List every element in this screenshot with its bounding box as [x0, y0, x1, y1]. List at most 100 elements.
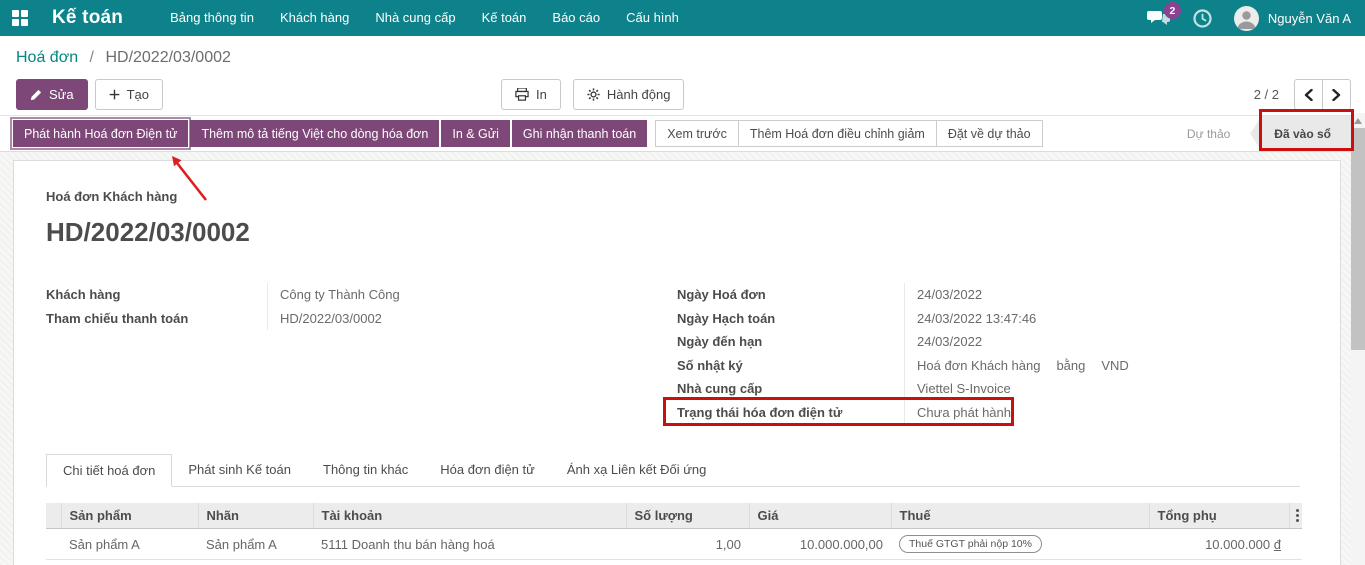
field-einvoice-provider-value: Viettel S-Invoice [904, 377, 1300, 401]
avatar [1234, 6, 1259, 31]
action-button[interactable]: Hành động [573, 79, 685, 110]
grid-square [12, 10, 19, 17]
field-due-date-label: Ngày đến hạn [677, 330, 904, 354]
column-label[interactable]: Nhãn [198, 503, 313, 529]
field-customer-value[interactable]: Công ty Thành Công [267, 283, 658, 307]
status-draft[interactable]: Dự thảo [1187, 127, 1250, 141]
create-button[interactable]: Tạo [95, 79, 163, 110]
column-subtotal[interactable]: Tổng phụ [1149, 503, 1289, 529]
top-navbar: Kế toán Bảng thông tin Khách hàng Nhà cu… [0, 0, 1365, 36]
edit-button[interactable]: Sửa [16, 79, 88, 110]
menu-item-configuration[interactable]: Cấu hình [613, 0, 692, 36]
print-action-group: In Hành động [501, 79, 684, 110]
cell-quantity[interactable]: 1,00 [626, 529, 749, 560]
cell-price[interactable]: 10.000.000,00 [749, 529, 891, 560]
action-button-label: Hành động [607, 87, 671, 102]
column-handle [46, 503, 61, 529]
invoice-number-title: HD/2022/03/0002 [46, 217, 1300, 248]
column-tax[interactable]: Thuế [891, 503, 1149, 529]
field-einvoice-status-label: Trạng thái hóa đơn điện tử [677, 401, 904, 425]
field-einvoice-status: Trạng thái hóa đơn điện tử Chưa phát hàn… [677, 401, 1300, 425]
vertical-scrollbar[interactable] [1351, 113, 1365, 565]
clock-icon [1193, 9, 1212, 28]
menu-item-vendors[interactable]: Nhà cung cấp [362, 0, 468, 36]
field-journal-value[interactable]: Hoá đơn Khách hàng bằng VND [904, 354, 1300, 378]
messages-icon[interactable]: 2 [1147, 8, 1171, 28]
apps-grid-icon[interactable] [12, 10, 28, 26]
field-einvoice-status-value: Chưa phát hành [904, 401, 1300, 425]
column-options [1289, 503, 1302, 529]
breadcrumb: Hoá đơn / HD/2022/03/0002 [0, 36, 1365, 67]
journal-name[interactable]: Hoá đơn Khách hàng [917, 358, 1040, 373]
column-account[interactable]: Tài khoản [313, 503, 626, 529]
chevron-right-icon [1332, 89, 1341, 101]
field-due-date: Ngày đến hạn 24/03/2022 [677, 330, 1300, 354]
reset-to-draft-button[interactable]: Đặt về dự thảo [936, 120, 1043, 147]
left-field-group: Khách hàng Công ty Thành Công Tham chiếu… [46, 283, 658, 330]
menu-item-dashboard[interactable]: Bảng thông tin [157, 0, 267, 36]
field-invoice-date-label: Ngày Hoá đơn [677, 283, 904, 307]
tab-journal-items[interactable]: Phát sinh Kế toán [172, 454, 307, 486]
gear-icon [587, 88, 600, 101]
status-widget: Dự thảo Đã vào sổ [1187, 116, 1351, 151]
menu-item-customers[interactable]: Khách hàng [267, 0, 362, 36]
column-price[interactable]: Giá [749, 503, 891, 529]
status-posted[interactable]: Đã vào sổ [1250, 116, 1351, 151]
control-panel: Hoá đơn / HD/2022/03/0002 Sửa Tạo [0, 36, 1365, 115]
tab-counterpart-mapping[interactable]: Ánh xạ Liên kết Đối ứng [551, 454, 723, 486]
add-credit-note-button[interactable]: Thêm Hoá đơn điều chỉnh giảm [738, 120, 937, 147]
cell-product[interactable]: Sản phẩm A [61, 529, 198, 560]
journal-connector: bằng [1056, 358, 1085, 373]
grid-square [21, 19, 28, 26]
cell-label[interactable]: Sản phẩm A [198, 529, 313, 560]
breadcrumb-parent-link[interactable]: Hoá đơn [16, 49, 78, 66]
menu-item-accounting[interactable]: Kế toán [469, 0, 540, 36]
column-quantity[interactable]: Số lượng [626, 503, 749, 529]
tab-einvoice[interactable]: Hóa đơn điện tử [424, 454, 551, 486]
preview-button[interactable]: Xem trước [655, 120, 739, 147]
journal-currency[interactable]: VND [1101, 358, 1128, 373]
breadcrumb-separator: / [90, 49, 94, 66]
field-accounting-date-label: Ngày Hạch toán [677, 307, 904, 331]
tab-invoice-lines[interactable]: Chi tiết hoá đơn [46, 454, 172, 487]
publish-einvoice-button[interactable]: Phát hành Hoá đơn Điện tử [13, 120, 188, 147]
pager: 2 / 2 [1254, 79, 1351, 110]
statusbar: Phát hành Hoá đơn Điện tử Thêm mô tả tiế… [0, 115, 1351, 152]
print-button[interactable]: In [501, 79, 561, 110]
field-journal: Số nhật ký Hoá đơn Khách hàng bằng VND [677, 354, 1300, 378]
field-einvoice-provider-label: Nhà cung cấp [677, 377, 904, 401]
user-name: Nguyễn Văn A [1268, 11, 1351, 26]
field-invoice-date-value: 24/03/2022 [904, 283, 1300, 307]
column-product[interactable]: Sản phẩm [61, 503, 198, 529]
register-payment-button[interactable]: Ghi nhận thanh toán [512, 120, 647, 147]
create-button-label: Tạo [127, 87, 149, 102]
pager-next-button[interactable] [1322, 79, 1351, 110]
edit-button-label: Sửa [49, 87, 74, 102]
field-accounting-date: Ngày Hạch toán 24/03/2022 13:47:46 [677, 307, 1300, 331]
odoo-invoice-screen: Kế toán Bảng thông tin Khách hàng Nhà cu… [0, 0, 1365, 565]
field-payment-reference: Tham chiếu thanh toán HD/2022/03/0002 [46, 307, 658, 331]
tax-badge[interactable]: Thuế GTGT phải nộp 10% [899, 535, 1042, 553]
tab-other-info[interactable]: Thông tin khác [307, 454, 424, 486]
field-journal-label: Số nhật ký [677, 354, 904, 378]
scrollbar-thumb[interactable] [1351, 128, 1365, 350]
printer-icon [515, 88, 529, 101]
right-field-group: Ngày Hoá đơn 24/03/2022 Ngày Hạch toán 2… [677, 283, 1300, 424]
app-title[interactable]: Kế toán [52, 7, 123, 29]
table-row[interactable]: Sản phẩm A Sản phẩm A 5111 Doanh thu bán… [46, 529, 1302, 560]
pager-previous-button[interactable] [1294, 79, 1323, 110]
menu-item-reports[interactable]: Báo cáo [539, 0, 613, 36]
add-vietnamese-description-button[interactable]: Thêm mô tả tiếng Việt cho dòng hóa đơn [190, 120, 439, 147]
field-due-date-value: 24/03/2022 [904, 330, 1300, 354]
field-payment-reference-label: Tham chiếu thanh toán [46, 307, 267, 331]
print-and-send-button[interactable]: In & Gửi [441, 120, 510, 147]
cell-subtotal: 10.000.000 đ [1149, 529, 1289, 560]
document-type-label: Hoá đơn Khách hàng [46, 189, 1300, 204]
field-einvoice-provider: Nhà cung cấp Viettel S-Invoice [677, 377, 1300, 401]
activities-clock-icon[interactable] [1193, 9, 1212, 28]
messages-count-badge: 2 [1164, 2, 1181, 19]
user-menu[interactable]: Nguyễn Văn A [1234, 6, 1351, 31]
scrollbar-up-arrow-icon[interactable] [1354, 118, 1362, 124]
subtotal-amount: 10.000.000 [1205, 537, 1270, 552]
cell-account[interactable]: 5111 Doanh thu bán hàng hoá [313, 529, 626, 560]
